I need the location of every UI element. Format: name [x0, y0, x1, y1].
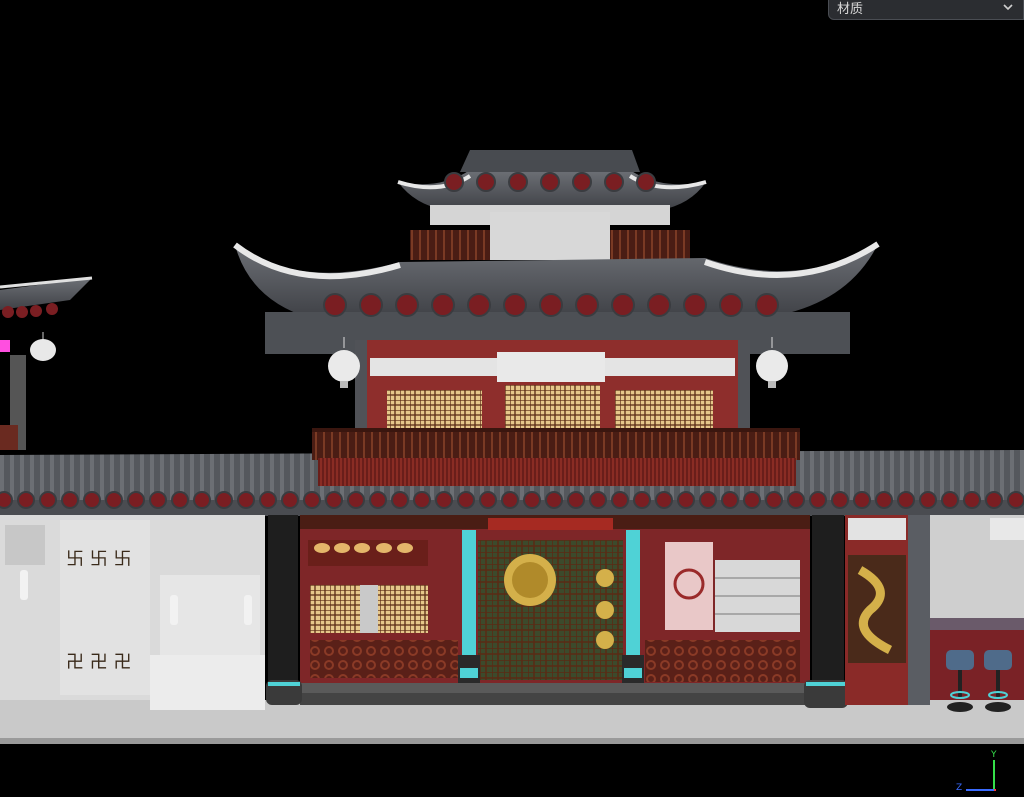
tile-end: [259, 491, 277, 509]
tile-end: [787, 491, 805, 509]
tile-end: [611, 293, 635, 317]
tile-end: [721, 491, 739, 509]
tile-end: [589, 491, 607, 509]
tile-end: [636, 172, 656, 192]
tile-end: [431, 293, 455, 317]
tile-end: [699, 491, 717, 509]
tile-end: [347, 491, 365, 509]
3d-viewport[interactable]: 卐 卐 卐 卍 卍 卍: [0, 0, 1024, 793]
tile-end: [604, 172, 624, 192]
tile-end: [149, 491, 167, 509]
tile-end: [303, 491, 321, 509]
tile-end: [831, 491, 849, 509]
tile-end: [444, 172, 464, 192]
tile-end: [765, 491, 783, 509]
tile-end: [171, 491, 189, 509]
tile-end: [633, 491, 651, 509]
tile-end: [1007, 491, 1024, 509]
chevron-down-icon: [1003, 4, 1013, 11]
tile-end: [323, 293, 347, 317]
tile-end: [39, 491, 57, 509]
tile-end: [476, 172, 496, 192]
tile-end: [391, 491, 409, 509]
tile-end: [809, 491, 827, 509]
tile-end: [572, 172, 592, 192]
svg-text:卍 卍 卍: 卍 卍 卍: [66, 652, 131, 673]
material-dropdown[interactable]: 材质: [828, 0, 1024, 20]
tile-end: [467, 293, 491, 317]
tile-end: [611, 491, 629, 509]
tile-end: [215, 491, 233, 509]
tile-end: [501, 491, 519, 509]
axis-gizmo[interactable]: Y Z: [952, 746, 1012, 793]
tile-end: [655, 491, 673, 509]
tile-end: [985, 491, 1003, 509]
ground-floor-facade: [300, 515, 810, 705]
tile-end: [853, 491, 871, 509]
tile-end: [755, 293, 779, 317]
tile-end: [683, 293, 707, 317]
tile-end: [127, 491, 145, 509]
tile-end: [503, 293, 527, 317]
tile-end: [369, 491, 387, 509]
tile-end: [83, 491, 101, 509]
tile-end: [897, 491, 915, 509]
tile-end: [647, 293, 671, 317]
left-white-wall: 卐 卐 卐 卍 卍 卍: [0, 515, 265, 710]
tile-end: [567, 491, 585, 509]
balcony-railing: [312, 428, 800, 486]
tile-end: [575, 293, 599, 317]
tile-end: [539, 293, 563, 317]
tile-end: [919, 491, 937, 509]
tile-end: [941, 491, 959, 509]
tile-end: [508, 172, 528, 192]
tile-end: [743, 491, 761, 509]
tile-end: [413, 491, 431, 509]
tile-end: [61, 491, 79, 509]
tile-end: [325, 491, 343, 509]
tile-end: [677, 491, 695, 509]
second-floor-facade: [355, 340, 750, 440]
tile-end: [875, 491, 893, 509]
tile-end: [359, 293, 383, 317]
tile-end: [540, 172, 560, 192]
tile-end: [237, 491, 255, 509]
tile-end: [395, 293, 419, 317]
tile-end: [193, 491, 211, 509]
tile-end: [479, 491, 497, 509]
axis-z-label: Z: [956, 783, 962, 792]
tile-end: [435, 491, 453, 509]
tile-end: [105, 491, 123, 509]
tile-end: [719, 293, 743, 317]
tile-end: [457, 491, 475, 509]
tile-end: [545, 491, 563, 509]
tile-end: [0, 491, 13, 509]
scene-render: 卐 卐 卐 卍 卍 卍: [0, 150, 1024, 744]
tile-end: [281, 491, 299, 509]
tile-end: [17, 491, 35, 509]
tile-end: [523, 491, 541, 509]
axis-gizmo-graphic: Y Z: [956, 750, 997, 793]
axis-y-label: Y: [990, 750, 997, 760]
tile-end: [963, 491, 981, 509]
left-partial-pavilion: [0, 276, 93, 450]
material-dropdown-label: 材质: [837, 1, 864, 17]
svg-text:卐 卐 卐: 卐 卐 卐: [66, 549, 131, 570]
